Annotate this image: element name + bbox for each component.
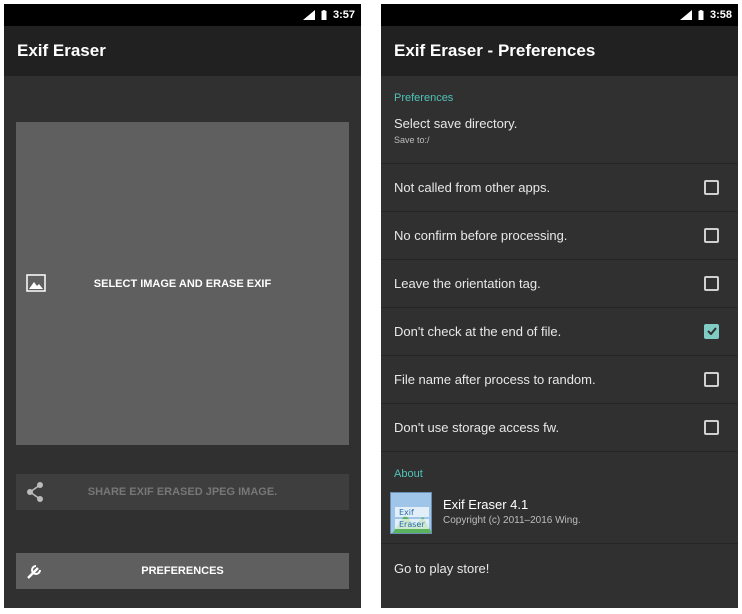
checkbox[interactable] <box>704 228 719 243</box>
about-section-header: About <box>394 468 423 480</box>
app-bar: Exif Eraser - Preferences <box>381 26 738 76</box>
preferences-list: Preferences Select save directory. Save … <box>381 76 738 592</box>
save-directory-title: Select save directory. <box>394 116 518 131</box>
app-title: Exif Eraser <box>17 41 106 60</box>
signal-icon <box>679 10 692 20</box>
signal-icon <box>302 10 315 20</box>
image-icon <box>26 274 46 292</box>
logo-text-bottom: Eraser <box>399 520 425 529</box>
option-leave-orientation[interactable]: Leave the orientation tag. <box>381 260 738 308</box>
option-label: Leave the orientation tag. <box>394 276 541 291</box>
share-icon <box>27 482 43 502</box>
share-button[interactable]: SHARE EXIF ERASED JPEG IMAGE. <box>16 474 349 510</box>
save-directory-item[interactable]: Select save directory. Save to:/ <box>381 104 738 164</box>
option-random-filename[interactable]: File name after process to random. <box>381 356 738 404</box>
share-label: SHARE EXIF ERASED JPEG IMAGE. <box>87 486 278 498</box>
about-item[interactable]: Exif Eraser Exif Eraser 4.1 Copyright (c… <box>381 484 738 544</box>
select-image-button[interactable]: SELECT IMAGE AND ERASE EXIF <box>16 122 349 445</box>
checkbox[interactable] <box>704 276 719 291</box>
about-copyright: Copyright (c) 2011–2016 Wing. <box>443 515 581 526</box>
app-title: Exif Eraser - Preferences <box>394 41 596 60</box>
status-time: 3:57 <box>332 9 355 21</box>
status-bar: 3:58 <box>381 4 738 26</box>
status-bar: 3:57 <box>4 4 361 26</box>
preferences-button[interactable]: PREFERENCES <box>16 553 349 589</box>
option-label: Don't use storage access fw. <box>394 420 560 435</box>
about-app-name: Exif Eraser 4.1 <box>443 497 529 512</box>
battery-icon <box>698 10 704 20</box>
check-icon <box>707 327 717 335</box>
preferences-screen: 3:58 Exif Eraser - Preferences Preferenc… <box>381 4 738 608</box>
option-not-called-from-other-apps[interactable]: Not called from other apps. <box>381 164 738 212</box>
option-no-storage-access[interactable]: Don't use storage access fw. <box>381 404 738 452</box>
logo-text-top: Exif <box>399 508 414 517</box>
checkbox[interactable] <box>704 372 719 387</box>
option-label: Don't check at the end of file. <box>394 324 562 339</box>
save-directory-summary: Save to:/ <box>394 135 430 145</box>
option-label: File name after process to random. <box>394 372 596 387</box>
battery-icon <box>321 10 327 20</box>
option-dont-check-end[interactable]: Don't check at the end of file. <box>381 308 738 356</box>
checkbox[interactable] <box>704 420 719 435</box>
option-label: No confirm before processing. <box>394 228 568 243</box>
select-image-label: SELECT IMAGE AND ERASE EXIF <box>93 277 272 290</box>
app-logo-icon: Exif Eraser <box>390 492 432 534</box>
play-store-item[interactable]: Go to play store! <box>381 544 738 592</box>
checkbox[interactable] <box>704 180 719 195</box>
preferences-section-header: Preferences <box>394 92 454 104</box>
option-label: Not called from other apps. <box>394 180 551 195</box>
main-screen: 3:57 Exif Eraser SELECT IMAGE AND ERASE … <box>4 4 361 608</box>
checkbox-checked[interactable] <box>704 324 719 339</box>
status-time: 3:58 <box>709 9 732 21</box>
option-no-confirm[interactable]: No confirm before processing. <box>381 212 738 260</box>
app-bar: Exif Eraser <box>4 26 361 76</box>
play-store-label: Go to play store! <box>394 560 490 576</box>
preferences-label: PREFERENCES <box>141 565 224 577</box>
wrench-icon <box>27 565 41 579</box>
